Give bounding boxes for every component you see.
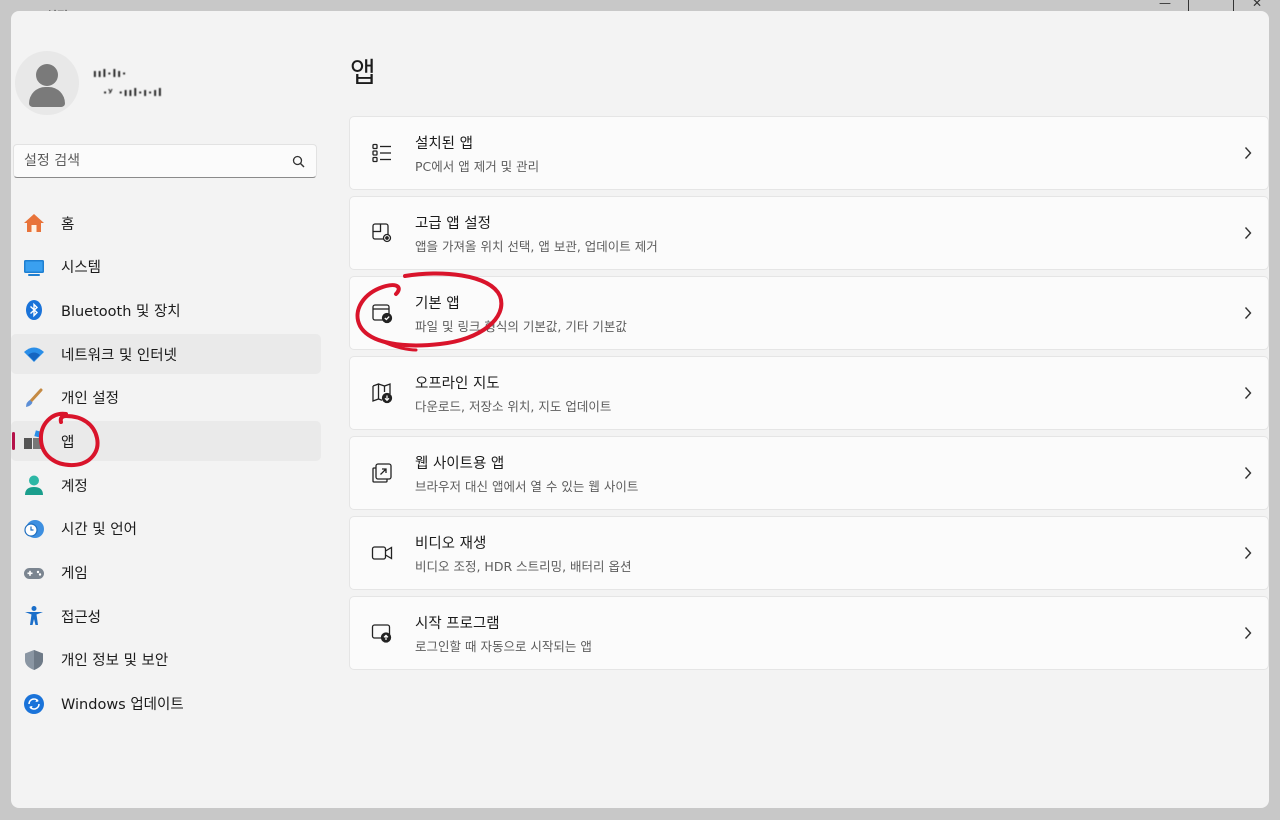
card-installed-apps[interactable]: 설치된 앱 PC에서 앱 제거 및 관리 <box>349 116 1269 190</box>
advanced-apps-icon <box>370 221 394 245</box>
sidebar: ııl·lı· ·ʸ ·ııl·ı·ıl 홈 시스템 <box>11 11 331 808</box>
offline-maps-icon <box>370 381 394 405</box>
sidebar-item-label: 접근성 <box>61 609 102 626</box>
sidebar-item-network[interactable]: 네트워크 및 인터넷 <box>11 334 321 375</box>
gamepad-icon <box>23 562 45 584</box>
card-title: 기본 앱 <box>415 295 460 312</box>
chevron-right-icon <box>1228 466 1268 480</box>
time-language-icon <box>23 518 45 540</box>
sidebar-item-system[interactable]: 시스템 <box>11 247 321 287</box>
system-icon <box>23 256 45 278</box>
sidebar-item-apps[interactable]: 앱 <box>11 421 321 462</box>
card-description: 브라우저 대신 앱에서 열 수 있는 웹 사이트 <box>415 478 639 494</box>
sidebar-item-label: 게임 <box>61 566 88 582</box>
network-icon <box>23 343 45 365</box>
chevron-right-icon <box>1228 546 1268 560</box>
avatar <box>15 51 79 115</box>
sidebar-item-label: 시스템 <box>61 260 102 277</box>
settings-card-list: 설치된 앱 PC에서 앱 제거 및 관리 고급 앱 설정 앱을 가져올 위치 선… <box>349 116 1269 676</box>
profile-email: ·ʸ ·ııl·ı·ıl <box>103 86 163 99</box>
sidebar-item-label: 시간 및 언어 <box>61 522 137 539</box>
sidebar-item-label: 앱 <box>61 434 75 451</box>
sidebar-item-personalization[interactable]: 개인 설정 <box>11 378 321 418</box>
apps-icon <box>23 430 45 452</box>
chevron-right-icon <box>1228 146 1268 160</box>
shield-icon <box>23 649 45 671</box>
chevron-right-icon <box>1228 306 1268 320</box>
page-title: 앱 <box>350 56 376 89</box>
settings-window: ııl·lı· ·ʸ ·ııl·ı·ıl 홈 시스템 <box>11 11 1269 808</box>
card-offline-maps[interactable]: 오프라인 지도 다운로드, 저장소 위치, 지도 업데이트 <box>349 356 1269 430</box>
installed-apps-icon <box>370 141 394 165</box>
search-icon[interactable] <box>290 153 306 169</box>
card-description: 앱을 가져올 위치 선택, 앱 보관, 업데이트 제거 <box>415 238 658 254</box>
card-advanced-app-settings[interactable]: 고급 앱 설정 앱을 가져올 위치 선택, 앱 보관, 업데이트 제거 <box>349 196 1269 270</box>
card-title: 웹 사이트용 앱 <box>415 455 505 472</box>
main-content: 앱 설치된 앱 PC에서 앱 제거 및 관리 고급 앱 설정 앱을 가져올 위치… <box>349 11 1269 808</box>
card-title: 비디오 재생 <box>415 535 487 552</box>
home-icon <box>23 212 45 234</box>
sidebar-item-windows-update[interactable]: Windows 업데이트 <box>11 684 321 724</box>
bluetooth-icon <box>23 299 45 321</box>
sidebar-item-accounts[interactable]: 계정 <box>11 465 321 505</box>
sidebar-item-bluetooth[interactable]: Bluetooth 및 장치 <box>11 290 321 330</box>
card-apps-for-websites[interactable]: 웹 사이트용 앱 브라우저 대신 앱에서 열 수 있는 웹 사이트 <box>349 436 1269 510</box>
sidebar-item-gaming[interactable]: 게임 <box>11 553 321 593</box>
user-profile[interactable]: ııl·lı· ·ʸ ·ııl·ı·ıl <box>15 51 163 115</box>
card-title: 시작 프로그램 <box>415 615 500 632</box>
sidebar-item-label: Bluetooth 및 장치 <box>61 303 181 320</box>
web-apps-icon <box>370 461 394 485</box>
sidebar-item-label: 개인 설정 <box>61 391 119 408</box>
chevron-right-icon <box>1228 626 1268 640</box>
card-default-apps[interactable]: 기본 앱 파일 및 링크 형식의 기본값, 기타 기본값 <box>349 276 1269 350</box>
card-startup-apps[interactable]: 시작 프로그램 로그인할 때 자동으로 시작되는 앱 <box>349 596 1269 670</box>
card-video-playback[interactable]: 비디오 재생 비디오 조정, HDR 스트리밍, 배터리 옵션 <box>349 516 1269 590</box>
card-description: 비디오 조정, HDR 스트리밍, 배터리 옵션 <box>415 558 632 574</box>
sidebar-item-label: Windows 업데이트 <box>61 697 184 714</box>
sidebar-item-label: 개인 정보 및 보안 <box>61 653 169 670</box>
search-input[interactable] <box>24 153 290 169</box>
update-icon <box>23 693 45 715</box>
card-title: 고급 앱 설정 <box>415 215 491 232</box>
startup-icon <box>370 621 394 645</box>
chevron-right-icon <box>1228 386 1268 400</box>
account-icon <box>23 474 45 496</box>
accessibility-icon <box>23 605 45 627</box>
sidebar-item-time-language[interactable]: 시간 및 언어 <box>11 509 321 549</box>
sidebar-item-home[interactable]: 홈 <box>11 203 321 243</box>
sidebar-item-label: 계정 <box>61 478 88 495</box>
sidebar-nav: 홈 시스템 Bluetooth 및 장치 네트워크 및 인터넷 개인 설정 앱 … <box>11 203 321 727</box>
sidebar-item-label: 네트워크 및 인터넷 <box>61 347 177 364</box>
profile-name: ııl·lı· <box>93 67 128 80</box>
video-icon <box>370 541 394 565</box>
card-title: 설치된 앱 <box>415 135 473 152</box>
chevron-right-icon <box>1228 226 1268 240</box>
sidebar-item-accessibility[interactable]: 접근성 <box>11 596 321 636</box>
search-box[interactable] <box>13 144 317 178</box>
default-apps-icon <box>370 301 394 325</box>
card-description: 다운로드, 저장소 위치, 지도 업데이트 <box>415 398 612 414</box>
card-description: 로그인할 때 자동으로 시작되는 앱 <box>415 638 592 654</box>
card-description: PC에서 앱 제거 및 관리 <box>415 158 540 174</box>
card-description: 파일 및 링크 형식의 기본값, 기타 기본값 <box>415 318 627 334</box>
sidebar-item-privacy[interactable]: 개인 정보 및 보안 <box>11 640 321 680</box>
brush-icon <box>23 387 45 409</box>
sidebar-item-label: 홈 <box>61 216 75 233</box>
card-title: 오프라인 지도 <box>415 375 500 392</box>
